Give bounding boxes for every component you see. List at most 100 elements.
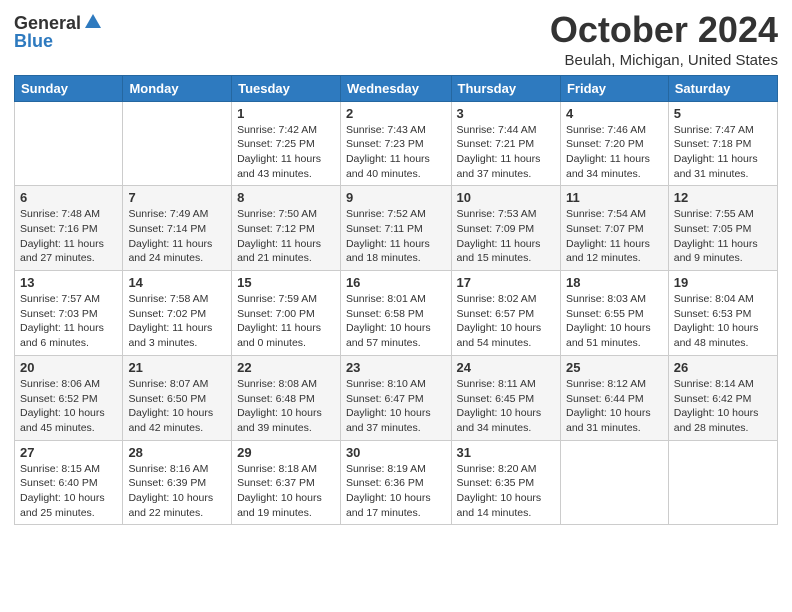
sunset-text: Sunset: 6:50 PM — [128, 393, 206, 405]
sunrise-text: Sunrise: 7:57 AM — [20, 293, 100, 305]
day-info: Sunrise: 8:07 AMSunset: 6:50 PMDaylight:… — [128, 377, 226, 436]
table-row: 16Sunrise: 8:01 AMSunset: 6:58 PMDayligh… — [340, 271, 451, 356]
sunset-text: Sunset: 6:47 PM — [346, 393, 424, 405]
day-info: Sunrise: 8:20 AM Sunset: 6:35 PM Daylight:… — [457, 462, 555, 521]
day-info: Sunrise: 8:12 AMSunset: 6:44 PMDaylight:… — [566, 377, 663, 436]
day-number: 13 — [20, 275, 117, 290]
table-row: 28Sunrise: 8:16 AMSunset: 6:39 PMDayligh… — [123, 440, 232, 525]
day-info: Sunrise: 7:44 AMSunset: 7:21 PMDaylight:… — [457, 123, 555, 182]
logo-general-text: General — [14, 14, 81, 32]
daylight-text: Daylight: 10 hours and 17 minutes. — [346, 492, 431, 519]
day-info: Sunrise: 8:04 AMSunset: 6:53 PMDaylight:… — [674, 292, 772, 351]
table-row: 9Sunrise: 7:52 AMSunset: 7:11 PMDaylight… — [340, 186, 451, 271]
daylight-text: Daylight: 11 hours and 0 minutes. — [237, 322, 321, 349]
daylight-text: Daylight: 10 hours and 39 minutes. — [237, 407, 322, 434]
day-info: Sunrise: 7:55 AMSunset: 7:05 PMDaylight:… — [674, 207, 772, 266]
sunrise-text: Sunrise: 8:19 AM — [346, 463, 426, 475]
sunset-text: Sunset: 6:58 PM — [346, 308, 424, 320]
daylight-text: Daylight: 10 hours and 28 minutes. — [674, 407, 759, 434]
day-number: 12 — [674, 190, 772, 205]
table-row: 20Sunrise: 8:06 AMSunset: 6:52 PMDayligh… — [15, 355, 123, 440]
table-row: 22Sunrise: 8:08 AMSunset: 6:48 PMDayligh… — [232, 355, 341, 440]
location-text: Beulah, Michigan, United States — [550, 52, 778, 69]
title-block: October 2024 Beulah, Michigan, United St… — [550, 10, 778, 69]
sunset-text: Sunset: 6:48 PM — [237, 393, 315, 405]
day-number: 16 — [346, 275, 446, 290]
sunset-text: Sunset: 6:39 PM — [128, 477, 206, 489]
table-row: 13Sunrise: 7:57 AMSunset: 7:03 PMDayligh… — [15, 271, 123, 356]
sunrise-text: Sunrise: 7:53 AM — [457, 208, 537, 220]
daylight-text: Daylight: 10 hours and 14 minutes. — [457, 492, 542, 519]
sunrise-text: Sunrise: 7:46 AM — [566, 124, 646, 136]
daylight-text: Daylight: 10 hours and 42 minutes. — [128, 407, 213, 434]
sunset-text: Sunset: 6:44 PM — [566, 393, 644, 405]
sunrise-text: Sunrise: 8:08 AM — [237, 378, 317, 390]
daylight-text: Daylight: 10 hours and 19 minutes. — [237, 492, 322, 519]
sunrise-text: Sunrise: 7:42 AM — [237, 124, 317, 136]
table-row: 31 Sunrise: 8:20 AM Sunset: 6:35 PM Dayligh… — [451, 440, 560, 525]
daylight-text: Daylight: 10 hours and 57 minutes. — [346, 322, 431, 349]
table-row: 15 Sunrise: 7:59 AM Sunset: 7:00 PM Dayligh… — [232, 271, 341, 356]
day-number: 28 — [128, 445, 226, 460]
daylight-text: Daylight: 11 hours and 27 minutes. — [20, 238, 104, 265]
sunrise-text: Sunrise: 8:04 AM — [674, 293, 754, 305]
sunrise-text: Sunrise: 7:59 AM — [237, 293, 317, 305]
table-row: 24Sunrise: 8:11 AMSunset: 6:45 PMDayligh… — [451, 355, 560, 440]
day-number: 31 — [457, 445, 555, 460]
day-number: 25 — [566, 360, 663, 375]
daylight-text: Daylight: 11 hours and 3 minutes. — [128, 322, 212, 349]
table-row: 25Sunrise: 8:12 AMSunset: 6:44 PMDayligh… — [560, 355, 668, 440]
sunrise-text: Sunrise: 7:47 AM — [674, 124, 754, 136]
daylight-text: Daylight: 11 hours and 31 minutes. — [674, 153, 758, 180]
daylight-text: Daylight: 11 hours and 15 minutes. — [457, 238, 541, 265]
sunrise-text: Sunrise: 7:55 AM — [674, 208, 754, 220]
calendar-header-row: Sunday Monday Tuesday Wednesday Thursday… — [15, 75, 778, 101]
table-row: 1Sunrise: 7:42 AMSunset: 7:25 PMDaylight… — [232, 101, 341, 186]
calendar-week-row: 13Sunrise: 7:57 AMSunset: 7:03 PMDayligh… — [15, 271, 778, 356]
day-number: 30 — [346, 445, 446, 460]
day-number: 14 — [128, 275, 226, 290]
daylight-text: Daylight: 11 hours and 37 minutes. — [457, 153, 541, 180]
sunrise-text: Sunrise: 8:12 AM — [566, 378, 646, 390]
sunrise-text: Sunrise: 7:49 AM — [128, 208, 208, 220]
day-info: Sunrise: 8:10 AMSunset: 6:47 PMDaylight:… — [346, 377, 446, 436]
sunset-text: Sunset: 6:35 PM — [457, 477, 535, 489]
daylight-text: Daylight: 10 hours and 34 minutes. — [457, 407, 542, 434]
sunset-text: Sunset: 7:16 PM — [20, 223, 98, 235]
table-row: 4Sunrise: 7:46 AMSunset: 7:20 PMDaylight… — [560, 101, 668, 186]
sunrise-text: Sunrise: 8:10 AM — [346, 378, 426, 390]
day-info: Sunrise: 7:59 AM Sunset: 7:00 PM Daylight:… — [237, 292, 335, 351]
calendar-week-row: 1Sunrise: 7:42 AMSunset: 7:25 PMDaylight… — [15, 101, 778, 186]
day-info: Sunrise: 7:48 AM Sunset: 7:16 PM Daylight:… — [20, 207, 117, 266]
table-row — [560, 440, 668, 525]
daylight-text: Daylight: 11 hours and 9 minutes. — [674, 238, 758, 265]
sunrise-text: Sunrise: 7:48 AM — [20, 208, 100, 220]
table-row: 26Sunrise: 8:14 AMSunset: 6:42 PMDayligh… — [668, 355, 777, 440]
day-number: 18 — [566, 275, 663, 290]
daylight-text: Daylight: 11 hours and 34 minutes. — [566, 153, 650, 180]
daylight-text: Daylight: 11 hours and 6 minutes. — [20, 322, 104, 349]
sunset-text: Sunset: 7:20 PM — [566, 138, 644, 150]
sunrise-text: Sunrise: 8:20 AM — [457, 463, 537, 475]
daylight-text: Daylight: 11 hours and 18 minutes. — [346, 238, 430, 265]
col-monday: Monday — [123, 75, 232, 101]
logo-blue-text: Blue — [14, 32, 53, 50]
daylight-text: Daylight: 11 hours and 12 minutes. — [566, 238, 650, 265]
daylight-text: Daylight: 11 hours and 21 minutes. — [237, 238, 321, 265]
sunset-text: Sunset: 7:00 PM — [237, 308, 315, 320]
sunset-text: Sunset: 7:09 PM — [457, 223, 535, 235]
sunrise-text: Sunrise: 7:52 AM — [346, 208, 426, 220]
day-info: Sunrise: 7:58 AMSunset: 7:02 PMDaylight:… — [128, 292, 226, 351]
sunset-text: Sunset: 6:57 PM — [457, 308, 535, 320]
day-number: 15 — [237, 275, 335, 290]
sunset-text: Sunset: 7:02 PM — [128, 308, 206, 320]
sunrise-text: Sunrise: 7:43 AM — [346, 124, 426, 136]
day-info: Sunrise: 7:54 AMSunset: 7:07 PMDaylight:… — [566, 207, 663, 266]
table-row — [123, 101, 232, 186]
sunset-text: Sunset: 7:21 PM — [457, 138, 535, 150]
day-number: 3 — [457, 106, 555, 121]
table-row: 27Sunrise: 8:15 AMSunset: 6:40 PMDayligh… — [15, 440, 123, 525]
sunset-text: Sunset: 6:37 PM — [237, 477, 315, 489]
sunrise-text: Sunrise: 8:06 AM — [20, 378, 100, 390]
logo-triangle-icon — [85, 14, 101, 28]
